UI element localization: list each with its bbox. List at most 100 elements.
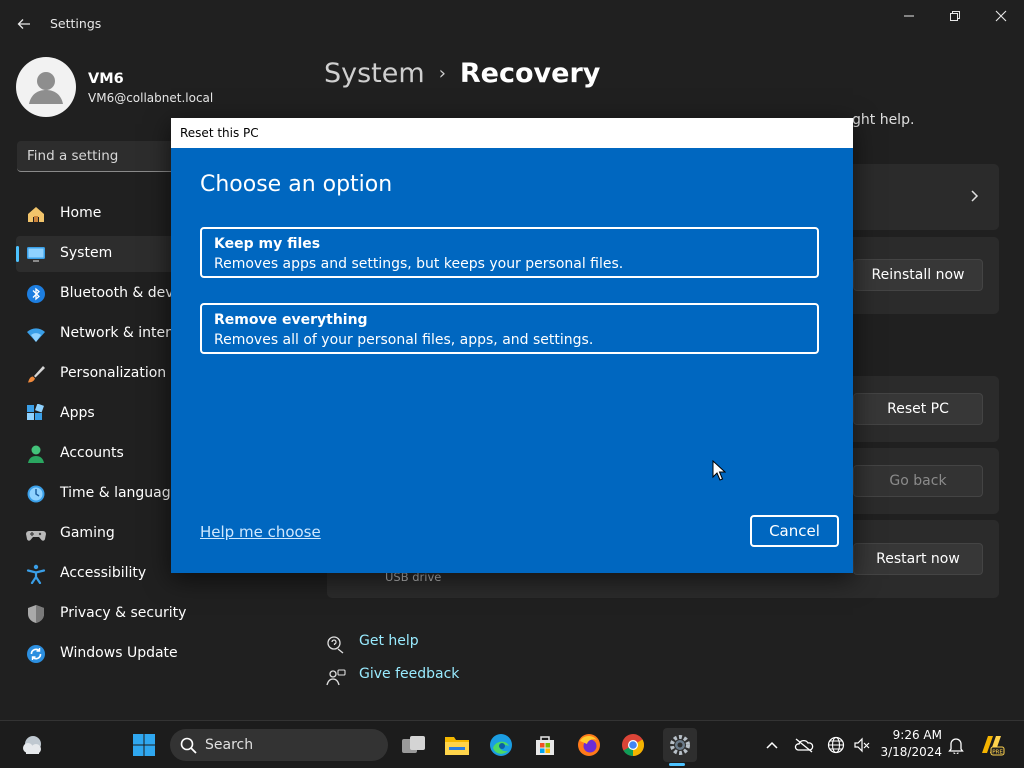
title-bar: Settings: [0, 0, 1024, 48]
get-help-link[interactable]: Get help: [359, 633, 419, 649]
sidebar-item-label: Accessibility: [60, 565, 147, 581]
windows-start-icon: [133, 734, 155, 756]
search-icon: [180, 737, 197, 754]
sidebar-item-privacy-security[interactable]: Privacy & security: [16, 596, 306, 632]
home-icon: [28, 207, 44, 222]
reset-pc-dialog: Reset this PC Choose an option Keep my f…: [171, 118, 853, 573]
back-arrow-icon: [17, 19, 30, 29]
dialog-heading: Choose an option: [200, 172, 393, 197]
volume-muted-icon: [854, 737, 870, 753]
task-view-button[interactable]: [400, 731, 428, 759]
mouse-cursor-icon: [712, 460, 726, 481]
copilot-button[interactable]: PRE: [978, 731, 1006, 759]
notifications-button[interactable]: [943, 731, 969, 759]
show-hidden-icons-button[interactable]: [759, 731, 785, 759]
taskbar-search[interactable]: Search: [170, 729, 388, 761]
task-view-icon: [402, 736, 425, 753]
keep-my-files-option[interactable]: Keep my files Removes apps and settings,…: [200, 227, 819, 278]
sidebar-item-label: Time & language: [60, 485, 180, 501]
reset-pc-button[interactable]: Reset PC: [853, 393, 983, 425]
clock-icon: [27, 485, 45, 503]
start-button[interactable]: [130, 731, 158, 759]
cancel-button[interactable]: Cancel: [750, 515, 839, 547]
store-button[interactable]: [531, 731, 559, 759]
remove-everything-option[interactable]: Remove everything Removes all of your pe…: [200, 303, 819, 354]
breadcrumb: System › Recovery: [324, 58, 600, 89]
dialog-title: Reset this PC: [180, 126, 259, 140]
brush-icon: [28, 366, 45, 383]
sidebar-item-label: Apps: [60, 405, 95, 421]
gamepad-icon: [26, 531, 46, 541]
firefox-icon: [578, 734, 600, 756]
taskbar: Search 9:26 AM 3/18/2024 PRE: [0, 720, 1024, 768]
onedrive-tray-icon-button[interactable]: [791, 731, 817, 759]
help-chat-icon: [327, 636, 344, 654]
sidebar-item-label: Personalization: [60, 365, 167, 381]
reinstall-now-button[interactable]: Reinstall now: [853, 259, 983, 291]
bluetooth-icon: [27, 285, 45, 303]
restart-now-button[interactable]: Restart now: [853, 543, 983, 575]
file-explorer-button[interactable]: [443, 731, 471, 759]
wifi-icon: [27, 328, 45, 342]
shield-icon: [28, 605, 44, 623]
get-help-row[interactable]: Get help: [326, 633, 419, 655]
settings-taskbar-button[interactable]: [663, 728, 697, 762]
chevron-right-icon: [966, 186, 984, 206]
breadcrumb-system[interactable]: System: [324, 58, 425, 89]
chevron-up-icon: [766, 741, 778, 749]
minimize-icon: [904, 15, 914, 17]
option-description: Removes apps and settings, but keeps you…: [214, 256, 624, 272]
accounts-icon: [28, 445, 44, 463]
option-title: Keep my files: [214, 236, 321, 252]
page-title: Recovery: [459, 58, 601, 89]
volume-tray-button[interactable]: [849, 731, 875, 759]
clock-time[interactable]: 9:26 AM: [886, 728, 942, 742]
edge-icon: [490, 734, 512, 756]
active-app-indicator: [669, 763, 685, 766]
chrome-icon: [622, 734, 644, 756]
update-icon: [27, 645, 45, 663]
bell-icon: [948, 738, 964, 754]
file-explorer-icon: [445, 737, 469, 755]
clock-date[interactable]: 3/18/2024: [876, 745, 942, 759]
intro-text: ght help.: [852, 112, 915, 128]
user-email: VM6@collabnet.local: [88, 91, 214, 105]
minimize-button[interactable]: [886, 0, 932, 32]
give-feedback-row[interactable]: Give feedback: [326, 666, 459, 688]
store-icon: [536, 736, 554, 755]
option-title: Remove everything: [214, 312, 368, 328]
breadcrumb-separator: ›: [438, 63, 446, 84]
back-button[interactable]: [10, 10, 38, 38]
sidebar-item-label: Windows Update: [60, 645, 178, 661]
chrome-button[interactable]: [619, 731, 647, 759]
user-avatar-icon: [29, 72, 63, 104]
app-title: Settings: [50, 16, 102, 31]
restore-button[interactable]: [932, 0, 978, 32]
restore-icon: [950, 11, 960, 21]
dialog-title-bar: Reset this PC: [171, 118, 853, 148]
close-button[interactable]: [978, 0, 1024, 32]
cloud-offline-icon: [794, 738, 814, 753]
give-feedback-link[interactable]: Give feedback: [359, 666, 459, 682]
sidebar-item-label: Privacy & security: [60, 605, 187, 621]
help-me-choose-link[interactable]: Help me choose: [200, 523, 321, 541]
apps-icon: [27, 404, 44, 420]
close-icon: [995, 10, 1007, 22]
settings-app-icon: [670, 735, 690, 755]
sidebar-item-windows-update[interactable]: Windows Update: [16, 636, 306, 672]
edge-button[interactable]: [487, 731, 515, 759]
option-description: Removes all of your personal files, apps…: [214, 332, 594, 348]
search-placeholder: Find a setting: [27, 148, 119, 164]
network-tray-button[interactable]: [823, 731, 849, 759]
go-back-button[interactable]: Go back: [853, 465, 983, 497]
copilot-pre-icon: PRE: [982, 736, 1005, 756]
taskbar-search-label: Search: [205, 737, 254, 753]
sidebar-item-label: System: [60, 245, 113, 261]
weather-widget[interactable]: [18, 731, 46, 759]
weather-cloud-icon: [23, 736, 41, 754]
accessibility-icon: [26, 564, 46, 584]
system-icon: [27, 247, 45, 262]
firefox-button[interactable]: [575, 731, 603, 759]
feedback-icon: [326, 669, 346, 686]
sidebar-item-label: Accounts: [60, 445, 124, 461]
